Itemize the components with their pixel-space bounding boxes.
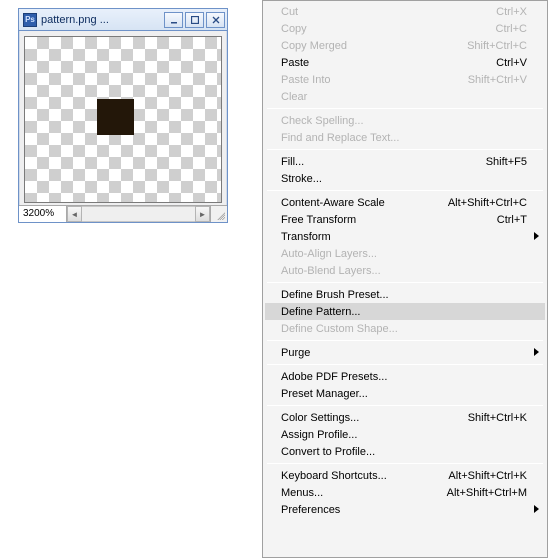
menu-separator <box>267 149 543 150</box>
menu-item-label: Cut <box>281 6 496 18</box>
menu-separator <box>267 364 543 365</box>
resize-grip[interactable] <box>211 206 227 222</box>
statusbar: 3200% ◄ ► <box>19 205 227 222</box>
menu-item-define-pattern[interactable]: Define Pattern... <box>265 303 545 320</box>
menu-separator <box>267 463 543 464</box>
submenu-arrow-icon <box>534 348 539 356</box>
menu-item-copy-merged: Copy MergedShift+Ctrl+C <box>265 37 545 54</box>
menu-item-label: Paste <box>281 57 496 69</box>
menu-item-label: Copy Merged <box>281 40 467 52</box>
menu-item-assign-profile[interactable]: Assign Profile... <box>265 426 545 443</box>
canvas-area-wrap <box>19 31 227 205</box>
menu-item-adobe-pdf-presets[interactable]: Adobe PDF Presets... <box>265 368 545 385</box>
edit-menu: CutCtrl+XCopyCtrl+CCopy MergedShift+Ctrl… <box>262 0 548 558</box>
menu-item-label: Clear <box>281 91 527 103</box>
menu-item-label: Color Settings... <box>281 412 468 424</box>
menu-item-label: Preferences <box>281 504 527 516</box>
menu-item-accel: Alt+Shift+Ctrl+M <box>447 487 527 499</box>
menu-item-label: Purge <box>281 347 527 359</box>
scroll-right-button[interactable]: ► <box>195 206 210 222</box>
menu-item-auto-blend-layers: Auto-Blend Layers... <box>265 262 545 279</box>
menu-item-label: Stroke... <box>281 173 527 185</box>
menu-item-find-and-replace-text: Find and Replace Text... <box>265 129 545 146</box>
menu-item-label: Define Pattern... <box>281 306 527 318</box>
menu-item-label: Auto-Blend Layers... <box>281 265 527 277</box>
submenu-arrow-icon <box>534 232 539 240</box>
menu-item-label: Free Transform <box>281 214 497 226</box>
scroll-track[interactable] <box>82 206 195 222</box>
menu-item-accel: Alt+Shift+Ctrl+K <box>448 470 527 482</box>
maximize-button[interactable] <box>185 12 204 28</box>
scroll-left-button[interactable]: ◄ <box>67 206 82 222</box>
horizontal-scrollbar[interactable]: ◄ ► <box>67 206 211 222</box>
menu-item-paste-into: Paste IntoShift+Ctrl+V <box>265 71 545 88</box>
menu-item-accel: Shift+Ctrl+K <box>468 412 527 424</box>
menu-item-purge[interactable]: Purge <box>265 344 545 361</box>
menu-item-clear: Clear <box>265 88 545 105</box>
window-buttons <box>164 12 225 28</box>
menu-item-convert-to-profile[interactable]: Convert to Profile... <box>265 443 545 460</box>
menu-item-accel: Shift+Ctrl+C <box>467 40 527 52</box>
menu-separator <box>267 405 543 406</box>
menu-item-preset-manager[interactable]: Preset Manager... <box>265 385 545 402</box>
canvas-content <box>97 99 134 135</box>
menu-item-define-brush-preset[interactable]: Define Brush Preset... <box>265 286 545 303</box>
menu-item-label: Fill... <box>281 156 486 168</box>
menu-item-label: Define Custom Shape... <box>281 323 527 335</box>
menu-item-transform[interactable]: Transform <box>265 228 545 245</box>
menu-item-accel: Ctrl+C <box>496 23 527 35</box>
menu-item-content-aware-scale[interactable]: Content-Aware ScaleAlt+Shift+Ctrl+C <box>265 194 545 211</box>
menu-item-label: Adobe PDF Presets... <box>281 371 527 383</box>
menu-item-auto-align-layers: Auto-Align Layers... <box>265 245 545 262</box>
menu-item-keyboard-shortcuts[interactable]: Keyboard Shortcuts...Alt+Shift+Ctrl+K <box>265 467 545 484</box>
titlebar[interactable]: Ps pattern.png ... <box>19 9 227 31</box>
menu-item-fill[interactable]: Fill...Shift+F5 <box>265 153 545 170</box>
menu-item-label: Content-Aware Scale <box>281 197 448 209</box>
ps-icon: Ps <box>23 13 37 27</box>
menu-item-define-custom-shape: Define Custom Shape... <box>265 320 545 337</box>
menu-item-stroke[interactable]: Stroke... <box>265 170 545 187</box>
close-button[interactable] <box>206 12 225 28</box>
menu-item-paste[interactable]: PasteCtrl+V <box>265 54 545 71</box>
menu-item-check-spelling: Check Spelling... <box>265 112 545 129</box>
menu-item-label: Keyboard Shortcuts... <box>281 470 448 482</box>
menu-item-label: Assign Profile... <box>281 429 527 441</box>
menu-item-label: Paste Into <box>281 74 468 86</box>
menu-item-label: Preset Manager... <box>281 388 527 400</box>
zoom-field[interactable]: 3200% <box>19 206 67 222</box>
menu-item-copy: CopyCtrl+C <box>265 20 545 37</box>
menu-item-cut: CutCtrl+X <box>265 3 545 20</box>
menu-item-accel: Ctrl+X <box>496 6 527 18</box>
canvas[interactable] <box>24 36 222 203</box>
menu-item-accel: Shift+Ctrl+V <box>468 74 527 86</box>
menu-item-label: Transform <box>281 231 527 243</box>
menu-item-accel: Ctrl+T <box>497 214 527 226</box>
menu-separator <box>267 190 543 191</box>
menu-item-label: Convert to Profile... <box>281 446 527 458</box>
menu-item-preferences[interactable]: Preferences <box>265 501 545 518</box>
menu-separator <box>267 282 543 283</box>
menu-item-label: Auto-Align Layers... <box>281 248 527 260</box>
window-title: pattern.png ... <box>41 14 160 26</box>
submenu-arrow-icon <box>534 505 539 513</box>
menu-item-label: Find and Replace Text... <box>281 132 527 144</box>
menu-item-menus[interactable]: Menus...Alt+Shift+Ctrl+M <box>265 484 545 501</box>
document-window: Ps pattern.png ... 3200% ◄ ► <box>18 8 228 223</box>
menu-item-label: Check Spelling... <box>281 115 527 127</box>
menu-item-accel: Ctrl+V <box>496 57 527 69</box>
menu-item-label: Copy <box>281 23 496 35</box>
menu-item-color-settings[interactable]: Color Settings...Shift+Ctrl+K <box>265 409 545 426</box>
minimize-button[interactable] <box>164 12 183 28</box>
menu-item-accel: Shift+F5 <box>486 156 527 168</box>
menu-item-label: Define Brush Preset... <box>281 289 527 301</box>
menu-item-label: Menus... <box>281 487 447 499</box>
menu-separator <box>267 108 543 109</box>
menu-separator <box>267 340 543 341</box>
menu-item-accel: Alt+Shift+Ctrl+C <box>448 197 527 209</box>
menu-item-free-transform[interactable]: Free TransformCtrl+T <box>265 211 545 228</box>
